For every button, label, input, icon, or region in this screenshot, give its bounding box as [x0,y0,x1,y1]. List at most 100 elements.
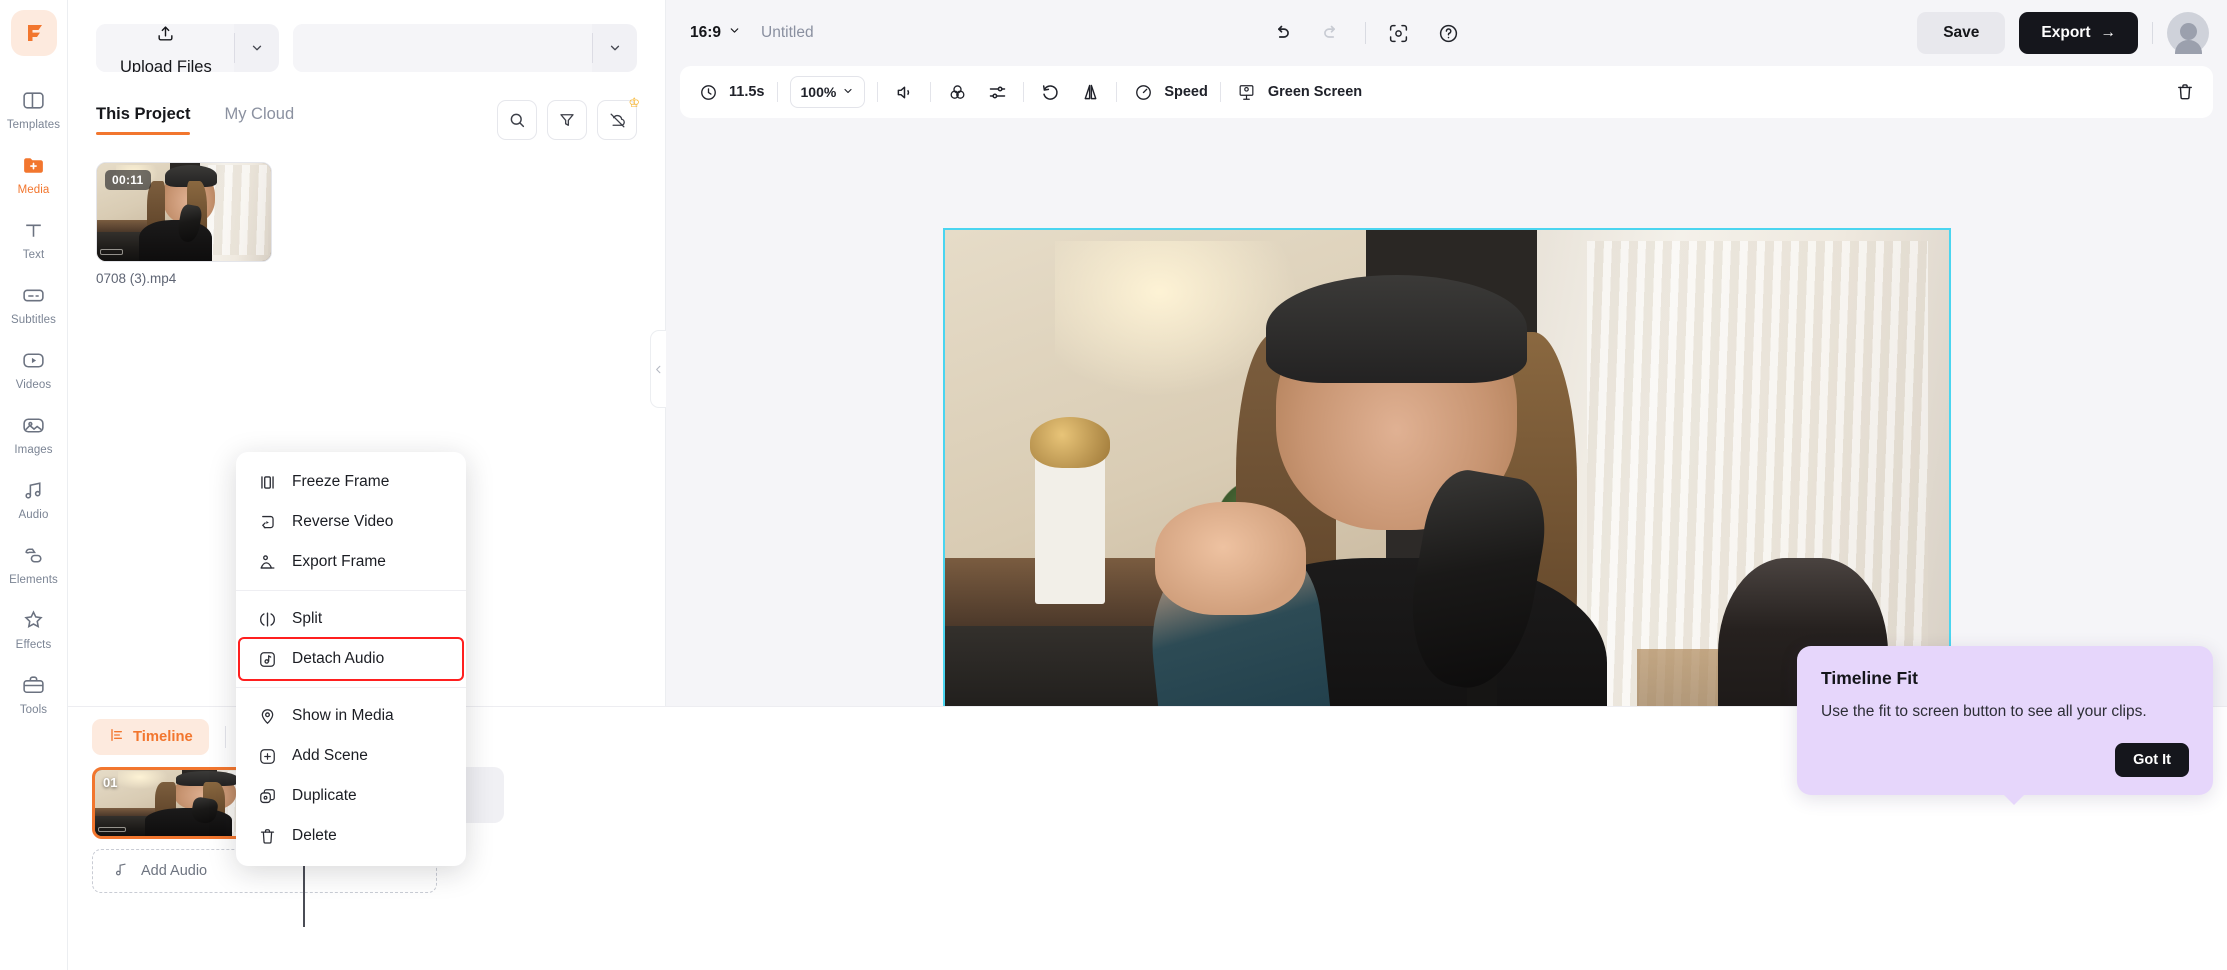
sidebar-label-tools: Tools [19,704,48,716]
aspect-ratio-value: 16:9 [690,24,722,41]
toolbar-divider [1023,82,1025,102]
header-right-divider [2152,22,2153,44]
green-screen-button[interactable]: Green Screen [1233,78,1362,106]
context-menu-item-duplicate[interactable]: Duplicate [236,776,466,816]
app-logo[interactable] [10,10,57,56]
elements-icon [20,542,47,569]
context-menu-divider [236,687,466,688]
context-menu-item-export-frame[interactable]: Export Frame [236,542,466,582]
sidebar-item-images[interactable]: Images [3,403,65,462]
media-panel-toolbar: Upload Files Record [68,0,665,72]
sidebar-item-elements[interactable]: Elements [3,533,65,592]
cloud-off-icon[interactable]: ♔ [597,96,640,140]
tab-this-project[interactable]: This Project [96,105,191,135]
upload-chevron-down-icon[interactable] [235,24,279,72]
clip-properties-toolbar: 11.5s 100% Speed Green Screen [680,66,2213,118]
speed-button[interactable]: Speed [1129,78,1208,106]
context-menu-item-split[interactable]: Split [236,599,466,639]
sidebar-item-subtitles[interactable]: Subtitles [3,273,65,332]
avatar[interactable] [2167,12,2209,54]
undo-icon[interactable] [1265,16,1299,50]
media-thumbnail[interactable]: 00:11 [96,162,272,262]
record-main[interactable]: Record [292,24,592,72]
color-icon[interactable] [943,78,971,106]
tooltip-arrow [2003,794,2025,806]
chevron-down-icon [728,24,741,42]
got-it-button[interactable]: Got It [2115,743,2189,778]
context-menu-item-detach-audio[interactable]: Detach Audio [238,637,464,681]
save-button[interactable]: Save [1917,12,2006,54]
search-icon[interactable] [497,100,537,140]
toolbar-divider [877,82,879,102]
project-title[interactable]: Untitled [761,24,814,42]
clip-duration[interactable]: 11.5s [694,78,765,106]
save-label: Save [1943,24,1980,41]
panel-collapse-chevron-left-icon[interactable] [650,330,666,408]
tab-my-cloud[interactable]: My Cloud [224,105,294,135]
volume-icon[interactable] [890,78,918,106]
avatar-image [2167,12,2209,54]
context-menu-item-add-scene[interactable]: Add Scene [236,736,466,776]
help-icon[interactable] [1432,16,1466,50]
context-menu-item-freeze-frame[interactable]: Freeze Frame [236,462,466,502]
rotate-icon[interactable] [1036,78,1064,106]
context-menu-label: Duplicate [292,787,357,804]
crown-badge-icon: ♔ [628,95,640,110]
tab-this-project-label: This Project [96,105,191,123]
upload-files-main[interactable]: Upload Files [96,24,234,72]
context-menu-label: Show in Media [292,707,394,724]
record-button[interactable]: Record [292,24,637,72]
tooltip-title: Timeline Fit [1821,668,1918,688]
context-menu-item-delete[interactable]: Delete [236,816,466,856]
media-filename: 0708 (3).mp4 [96,271,177,286]
aspect-ratio-select[interactable]: 16:9 [690,24,741,42]
auto-frame-icon[interactable] [1382,16,1416,50]
clip-duration-label: 11.5s [729,84,765,100]
images-icon [20,412,47,439]
chevron-down-icon [842,84,854,100]
adjust-icon[interactable] [983,78,1011,106]
media-folder-icon [20,152,47,179]
speed-label: Speed [1164,84,1208,100]
record-chevron-down-icon[interactable] [593,24,637,72]
sidebar-item-text[interactable]: Text [3,208,65,267]
context-menu-label: Detach Audio [292,650,385,667]
toolbar-divider [776,82,778,102]
sidebar-label-images: Images [14,444,53,456]
clip-context-menu: Freeze Frame Reverse Video Export Frame … [236,452,466,866]
sidebar-label-text: Text [22,249,45,261]
sidebar-item-effects[interactable]: Effects [3,598,65,657]
sidebar-item-audio[interactable]: Audio [3,468,65,527]
sidebar-item-templates[interactable]: Templates [3,78,65,137]
sidebar-label-media: Media [17,184,50,196]
sidebar-label-templates: Templates [6,119,61,131]
header-center-actions [834,16,1898,50]
sidebar-item-tools[interactable]: Tools [3,663,65,722]
flip-icon[interactable] [1076,78,1104,106]
media-asset-card[interactable]: 00:11 0708 (3).mp4 [96,162,272,286]
arrow-right-icon: → [2100,24,2117,41]
clip-number-badge: 01 [103,775,118,790]
filter-icon[interactable] [547,100,587,140]
tab-timeline[interactable]: Timeline [92,719,209,755]
clip-scale-select[interactable]: 100% [789,76,866,108]
toolbar-divider [930,82,932,102]
export-label: Export [2041,24,2091,41]
effects-icon [20,607,47,634]
context-menu-label: Export Frame [292,553,386,570]
context-menu-label: Freeze Frame [292,473,390,490]
context-menu-item-show-in-media[interactable]: Show in Media [236,696,466,736]
header-right-actions: Save Export → [1917,12,2209,54]
green-screen-label: Green Screen [1267,84,1363,100]
delete-clip-icon[interactable] [2171,78,2199,106]
duplicate-icon [256,785,278,807]
upload-files-button[interactable]: Upload Files [96,24,279,72]
left-rail: Templates Media Text Subtitles Videos Im… [0,0,68,970]
reverse-video-icon [256,511,278,533]
context-menu-item-reverse-video[interactable]: Reverse Video [236,502,466,542]
timeline-fit-tooltip: Timeline Fit Use the fit to screen butto… [1797,646,2213,806]
sidebar-item-videos[interactable]: Videos [3,338,65,397]
export-button[interactable]: Export → [2019,12,2138,54]
sidebar-item-media[interactable]: Media [3,143,65,202]
audio-icon [20,477,47,504]
